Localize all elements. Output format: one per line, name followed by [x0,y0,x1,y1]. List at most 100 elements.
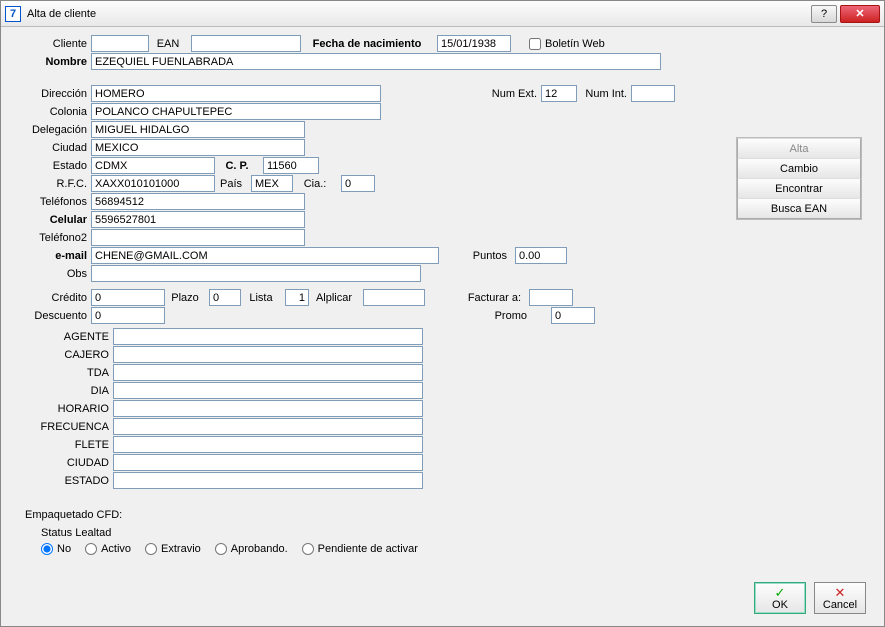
dia-input[interactable] [113,382,423,399]
credito-input[interactable] [91,289,165,306]
close-button[interactable]: ✕ [840,5,880,23]
ok-button[interactable]: ✓ OK [754,582,806,614]
direccion-input[interactable] [91,85,381,102]
label-cliente: Cliente [13,38,87,50]
agente-input[interactable] [113,328,423,345]
status-radios: No Activo Extravio Aprobando. Pendiente … [13,543,872,555]
label-estado2: ESTADO [13,475,109,487]
radio-activo[interactable] [85,543,97,555]
delegacion-input[interactable] [91,121,305,138]
alplicar-input[interactable] [363,289,425,306]
celular-input[interactable] [91,211,305,228]
label-tda: TDA [13,367,109,379]
ean-input[interactable] [191,35,301,52]
frecuenca-input[interactable] [113,418,423,435]
label-horario: HORARIO [13,403,109,415]
cajero-input[interactable] [113,346,423,363]
label-flete: FLETE [13,439,109,451]
radio-extravio-label[interactable]: Extravio [145,543,201,555]
label-ciudad2: CIUDAD [13,457,109,469]
tda-input[interactable] [113,364,423,381]
help-button[interactable]: ? [811,5,837,23]
label-agente: AGENTE [13,331,109,343]
encontrar-button[interactable]: Encontrar [737,178,861,199]
radio-pendiente[interactable] [302,543,314,555]
label-pais: País [215,178,247,190]
label-alplicar: Alplicar [309,292,359,304]
label-descuento: Descuento [13,310,87,322]
fecha-nac-input[interactable] [437,35,511,52]
radio-pendiente-label[interactable]: Pendiente de activar [302,543,418,555]
boletin-label[interactable]: Boletín Web [529,38,605,50]
boletin-checkbox[interactable] [529,38,541,50]
obs-input[interactable] [91,265,421,282]
label-email: e-mail [13,250,87,262]
label-puntos: Puntos [447,250,507,262]
label-colonia: Colonia [13,106,87,118]
horario-input[interactable] [113,400,423,417]
label-rfc: R.F.C. [13,178,87,190]
radio-aprobando-label[interactable]: Aprobando. [215,543,288,555]
titlebar: 7 Alta de cliente ? ✕ [1,1,884,27]
side-buttons: Alta Cambio Encontrar Busca EAN [736,137,862,220]
label-celular: Celular [13,214,87,226]
flete-input[interactable] [113,436,423,453]
telefonos-input[interactable] [91,193,305,210]
radio-activo-label[interactable]: Activo [85,543,131,555]
estado2-input[interactable] [113,472,423,489]
alta-button[interactable]: Alta [737,138,861,159]
x-icon: ✕ [835,586,846,599]
label-facturar-a: Facturar a: [433,292,521,304]
label-cp: C. P. [215,160,259,172]
bottom-buttons: ✓ OK ✕ Cancel [754,582,866,614]
label-nombre: Nombre [13,56,87,68]
plazo-input[interactable] [209,289,241,306]
label-status-lealtad: Status Lealtad [13,527,872,539]
num-int-input[interactable] [631,85,675,102]
label-ciudad: Ciudad [13,142,87,154]
cia-input[interactable] [341,175,375,192]
descuento-input[interactable] [91,307,165,324]
estado-input[interactable] [91,157,215,174]
row-cliente: Cliente EAN Fecha de nacimiento Boletín … [13,35,872,52]
window-frame: 7 Alta de cliente ? ✕ Cliente EAN Fecha … [0,0,885,627]
cp-input[interactable] [263,157,319,174]
label-plazo: Plazo [165,292,205,304]
label-telefonos: Teléfonos [13,196,87,208]
label-dia: DIA [13,385,109,397]
telefono2-input[interactable] [91,229,305,246]
radio-no-label[interactable]: No [41,543,71,555]
label-ean: EAN [149,38,187,50]
radio-extravio[interactable] [145,543,157,555]
app-icon: 7 [5,6,21,22]
check-icon: ✓ [775,586,786,599]
promo-input[interactable] [551,307,595,324]
label-empaquetado: Empaquetado CFD: [13,509,872,521]
email-input[interactable] [91,247,439,264]
cliente-input[interactable] [91,35,149,52]
lista-input[interactable] [285,289,309,306]
rfc-input[interactable] [91,175,215,192]
label-telefono2: Teléfono2 [13,232,87,244]
label-promo: Promo [477,310,527,322]
facturar-a-input[interactable] [529,289,573,306]
row-nombre: Nombre [13,53,872,70]
busca-ean-button[interactable]: Busca EAN [737,198,861,219]
pais-input[interactable] [251,175,293,192]
radio-no[interactable] [41,543,53,555]
label-estado: Estado [13,160,87,172]
label-direccion: Dirección [13,88,87,100]
form-area: Cliente EAN Fecha de nacimiento Boletín … [1,27,884,626]
label-num-ext: Num Ext. [481,88,537,100]
window-title: Alta de cliente [27,8,96,20]
label-delegacion: Delegación [13,124,87,136]
cancel-button[interactable]: ✕ Cancel [814,582,866,614]
colonia-input[interactable] [91,103,381,120]
ciudad-input[interactable] [91,139,305,156]
cambio-button[interactable]: Cambio [737,158,861,179]
num-ext-input[interactable] [541,85,577,102]
radio-aprobando[interactable] [215,543,227,555]
puntos-input[interactable] [515,247,567,264]
ciudad2-input[interactable] [113,454,423,471]
nombre-input[interactable] [91,53,661,70]
